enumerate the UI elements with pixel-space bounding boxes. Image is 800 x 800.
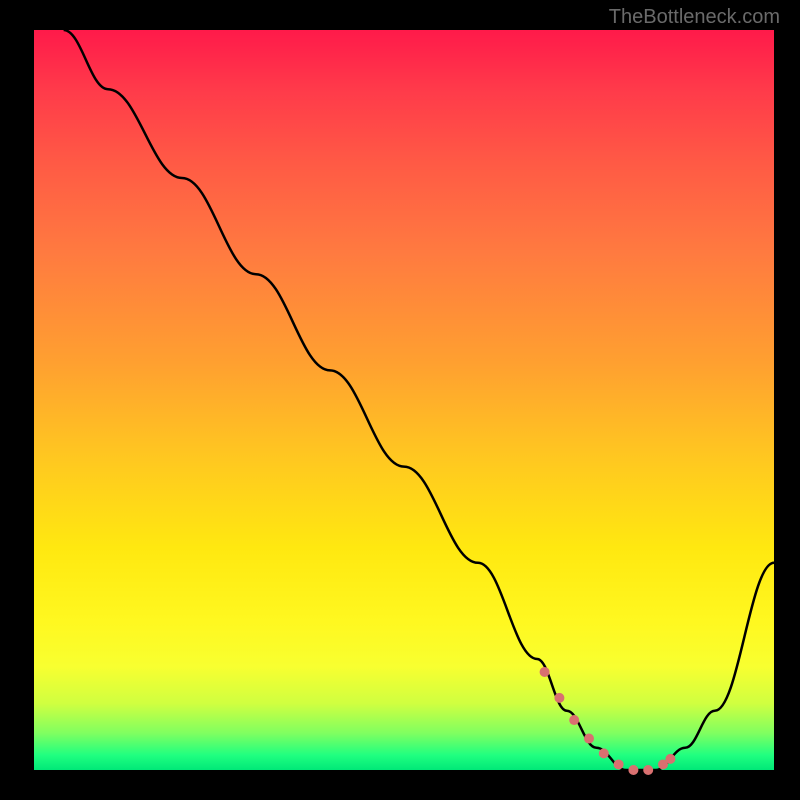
optimal-marker — [569, 715, 579, 725]
watermark-text: TheBottleneck.com — [609, 6, 780, 29]
optimal-marker — [540, 667, 550, 677]
optimal-marker — [599, 748, 609, 758]
optimal-marker — [628, 765, 638, 775]
optimal-zone-markers — [540, 667, 676, 775]
optimal-marker — [584, 734, 594, 744]
optimal-marker — [614, 759, 624, 769]
optimal-marker — [643, 765, 653, 775]
optimal-marker — [665, 754, 675, 764]
bottleneck-curve-line — [64, 30, 774, 770]
chart-plot-area — [34, 30, 774, 770]
bottleneck-curve-svg — [34, 30, 774, 770]
optimal-marker — [554, 693, 564, 703]
